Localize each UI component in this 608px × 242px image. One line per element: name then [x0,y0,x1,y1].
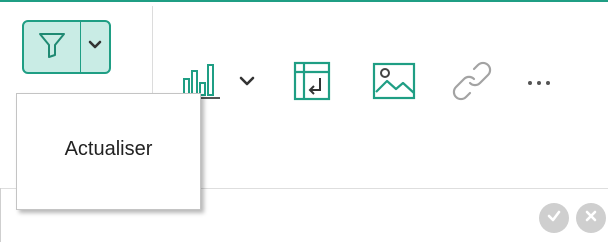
formula-bar-left-border [0,188,1,242]
menu-item-actualiser[interactable]: Actualiser [17,138,200,161]
close-icon [584,209,598,228]
image-button[interactable] [367,57,421,109]
confirm-button[interactable] [539,203,569,233]
pivot-table-button[interactable] [287,57,337,109]
chevron-down-icon [87,38,103,56]
filter-icon [37,31,67,64]
filter-dropdown-menu: Actualiser [16,93,201,210]
more-dots-icon [526,74,552,92]
chevron-down-icon [238,74,256,93]
link-icon [450,59,494,108]
filter-dropdown-toggle[interactable] [81,22,109,72]
filter-button[interactable] [24,22,80,72]
filter-split-button[interactable] [22,20,111,74]
more-button[interactable] [523,68,555,98]
image-icon [372,62,416,105]
pivot-table-icon [293,61,331,106]
cancel-button[interactable] [576,203,606,233]
link-button[interactable] [446,57,498,109]
check-icon [546,208,562,229]
